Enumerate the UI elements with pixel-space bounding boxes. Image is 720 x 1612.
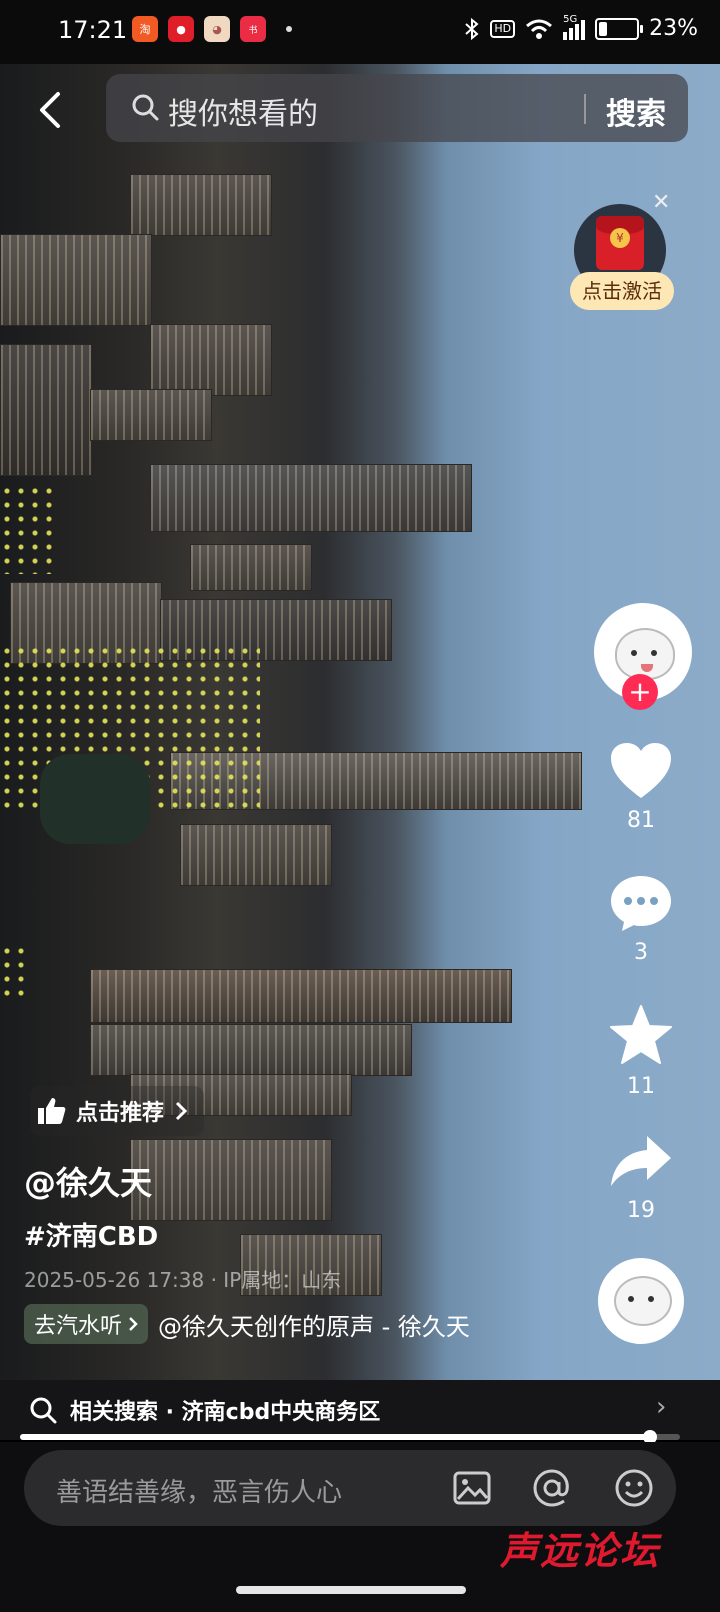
- emoji-icon[interactable]: [614, 1468, 654, 1508]
- back-button[interactable]: [32, 90, 72, 130]
- star-icon: [610, 1005, 672, 1064]
- battery-percent: 23%: [649, 16, 698, 41]
- battery-fill: [599, 21, 608, 36]
- thumbs-up-icon: [38, 1098, 66, 1124]
- music-chip-label: 去汽水听: [34, 1314, 123, 1339]
- related-search-bar[interactable]: 相关搜索 · 济南cbd中央商务区 ›: [0, 1380, 720, 1440]
- recommend-button[interactable]: 点击推荐: [30, 1086, 205, 1136]
- listen-in-qishui-button[interactable]: 去汽水听: [24, 1304, 149, 1344]
- home-indicator[interactable]: [236, 1586, 466, 1594]
- hd-icon: HD: [490, 19, 516, 38]
- red-envelope-promo[interactable]: ¥ 点击激活: [570, 200, 674, 316]
- search-button[interactable]: 搜索: [606, 89, 666, 133]
- related-search-text: 相关搜索 · 济南cbd中央商务区: [70, 1400, 381, 1425]
- like-button[interactable]: 81: [586, 742, 696, 833]
- recommend-label: 点击推荐: [76, 1101, 165, 1126]
- bluetooth-icon: [465, 17, 479, 40]
- music-row: 去汽水听 @徐久天创作的原声 - 徐久天: [24, 1304, 470, 1344]
- app-red-icon: ●: [168, 16, 194, 42]
- music-disc-avatar[interactable]: [598, 1258, 684, 1344]
- signal-icon: 5G: [563, 14, 586, 40]
- progress-fill: [20, 1434, 651, 1440]
- cartoon-app-icon: ◕: [204, 16, 230, 42]
- wifi-icon: [526, 19, 553, 39]
- clock: 17:21: [58, 16, 128, 44]
- forum-watermark: 声远论坛: [500, 1529, 661, 1573]
- search-bar[interactable]: 搜你想看的 搜索: [106, 74, 688, 142]
- taobao-icon: 淘: [132, 16, 158, 42]
- author-name[interactable]: @徐久天: [24, 1158, 152, 1204]
- share-count: 19: [627, 1198, 655, 1223]
- like-count: 81: [627, 808, 655, 833]
- favorite-count: 11: [627, 1074, 655, 1099]
- system-icons: HD 5G 23%: [464, 14, 698, 41]
- favorite-button[interactable]: 11: [586, 1004, 696, 1099]
- image-icon[interactable]: [452, 1468, 492, 1508]
- more-notifications-dot: [286, 26, 292, 32]
- coin-icon: ¥: [610, 228, 630, 248]
- post-meta: 2025-05-26 17:38 · IP属地：山东: [24, 1268, 342, 1292]
- search-divider: [584, 94, 586, 124]
- comment-button[interactable]: 3: [586, 874, 696, 965]
- cartoon-avatar-icon: [615, 628, 675, 680]
- status-bar: 17:21 淘 ● ◕ 书 HD 5G 23%: [0, 0, 720, 64]
- hashtag-link[interactable]: #济南CBD: [24, 1216, 158, 1253]
- notification-icons: 淘 ● ◕ 书: [132, 16, 292, 42]
- search-icon: [30, 1397, 57, 1424]
- xiaohongshu-icon: 书: [240, 16, 266, 42]
- comment-placeholder: 善语结善缘，恶言伤人心: [56, 1478, 343, 1508]
- search-input[interactable]: 搜你想看的: [168, 89, 318, 133]
- share-button[interactable]: 19: [586, 1134, 696, 1223]
- mention-icon[interactable]: [532, 1468, 572, 1508]
- chevron-right-icon: ›: [656, 1392, 667, 1422]
- share-arrow-icon: [611, 1136, 671, 1186]
- chevron-right-icon: [175, 1101, 188, 1121]
- music-title[interactable]: @徐久天创作的原声 - 徐久天: [158, 1307, 470, 1342]
- promo-activate-label: 点击激活: [570, 272, 674, 310]
- comment-input[interactable]: 善语结善缘，恶言伤人心: [24, 1450, 676, 1526]
- chevron-right-icon: [129, 1317, 138, 1331]
- follow-button[interactable]: +: [622, 674, 658, 710]
- heart-icon: [611, 743, 671, 798]
- comment-count: 3: [634, 940, 648, 965]
- network-type: 5G: [563, 13, 578, 25]
- comment-icon: [611, 876, 671, 931]
- search-icon: [132, 94, 159, 121]
- playback-progress-bar[interactable]: [20, 1430, 680, 1444]
- battery-icon: [595, 17, 644, 40]
